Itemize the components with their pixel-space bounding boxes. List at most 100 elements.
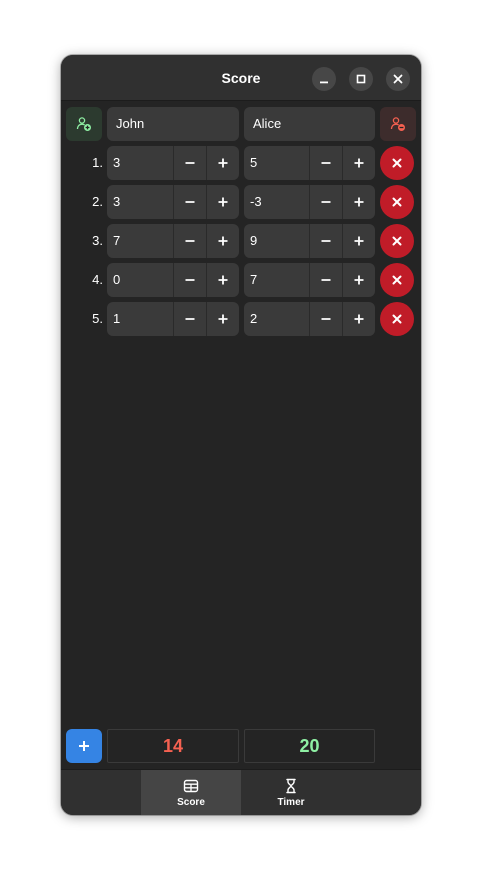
increment-button[interactable] [342, 185, 375, 219]
minus-icon [185, 162, 195, 164]
increment-button[interactable] [206, 263, 239, 297]
plus-icon [218, 275, 228, 285]
decrement-button[interactable] [173, 224, 206, 258]
tab-score[interactable]: Score [141, 770, 241, 815]
score-spinner[interactable]: 2 [244, 302, 375, 336]
score-value[interactable]: 5 [244, 146, 310, 180]
table-icon [183, 779, 199, 793]
minimize-button[interactable] [312, 67, 336, 91]
header-bar: Score [61, 55, 421, 101]
score-spinner[interactable]: 5 [244, 146, 375, 180]
round-number: 3. [92, 233, 103, 248]
plus-icon [354, 314, 364, 324]
score-value[interactable]: 7 [244, 263, 310, 297]
increment-button[interactable] [206, 302, 239, 336]
minimize-icon [320, 81, 328, 84]
view-switcher-bar: Score Timer [61, 769, 421, 815]
hourglass-icon [286, 778, 296, 794]
tab-label: Score [177, 797, 205, 808]
close-window-button[interactable] [386, 67, 410, 91]
delete-round-button[interactable] [380, 263, 414, 297]
delete-round-button[interactable] [380, 185, 414, 219]
add-player-icon [76, 117, 91, 131]
score-spinner[interactable]: 0 [107, 263, 239, 297]
round-number: 2. [92, 194, 103, 209]
close-icon [392, 197, 402, 207]
decrement-button[interactable] [173, 185, 206, 219]
minus-icon [321, 318, 331, 320]
score-spinner[interactable]: 7 [244, 263, 375, 297]
maximize-button[interactable] [349, 67, 373, 91]
minus-icon [321, 240, 331, 242]
decrement-button[interactable] [173, 302, 206, 336]
minus-icon [321, 201, 331, 203]
decrement-button[interactable] [309, 185, 342, 219]
score-value[interactable]: 0 [107, 263, 173, 297]
increment-button[interactable] [342, 146, 375, 180]
minus-icon [321, 162, 331, 164]
round-number: 4. [92, 272, 103, 287]
increment-button[interactable] [206, 224, 239, 258]
score-spinner[interactable]: 3 [107, 185, 239, 219]
minus-icon [185, 279, 195, 281]
plus-icon [354, 158, 364, 168]
score-value[interactable]: 2 [244, 302, 310, 336]
score-spinner[interactable]: -3 [244, 185, 375, 219]
score-value[interactable]: -3 [244, 185, 310, 219]
plus-icon [354, 236, 364, 246]
player-name-input[interactable]: John [107, 107, 239, 141]
decrement-button[interactable] [309, 263, 342, 297]
minus-icon [185, 318, 195, 320]
score-value[interactable]: 3 [107, 185, 173, 219]
minus-icon [321, 279, 331, 281]
increment-button[interactable] [206, 185, 239, 219]
player-name-input[interactable]: Alice [244, 107, 375, 141]
decrement-button[interactable] [309, 146, 342, 180]
delete-round-button[interactable] [380, 224, 414, 258]
add-round-button[interactable] [66, 729, 102, 763]
total-score: 14 [107, 729, 239, 763]
score-spinner[interactable]: 7 [107, 224, 239, 258]
plus-icon [218, 314, 228, 324]
close-icon [393, 74, 403, 84]
close-icon [392, 314, 402, 324]
maximize-icon [356, 74, 366, 84]
round-number: 1. [92, 155, 103, 170]
round-number: 5. [92, 311, 103, 326]
decrement-button[interactable] [173, 263, 206, 297]
decrement-button[interactable] [173, 146, 206, 180]
score-spinner[interactable]: 1 [107, 302, 239, 336]
remove-player-button[interactable] [380, 107, 416, 141]
score-value[interactable]: 7 [107, 224, 173, 258]
increment-button[interactable] [342, 263, 375, 297]
increment-button[interactable] [342, 302, 375, 336]
decrement-button[interactable] [309, 224, 342, 258]
add-player-button[interactable] [66, 107, 102, 141]
score-value[interactable]: 1 [107, 302, 173, 336]
score-value[interactable]: 3 [107, 146, 173, 180]
increment-button[interactable] [206, 146, 239, 180]
increment-button[interactable] [342, 224, 375, 258]
decrement-button[interactable] [309, 302, 342, 336]
delete-round-button[interactable] [380, 146, 414, 180]
plus-icon [218, 236, 228, 246]
plus-icon [79, 741, 89, 751]
total-score: 20 [244, 729, 375, 763]
tab-label: Timer [277, 797, 305, 808]
close-icon [392, 236, 402, 246]
score-spinner[interactable]: 3 [107, 146, 239, 180]
score-spinner[interactable]: 9 [244, 224, 375, 258]
score-value[interactable]: 9 [244, 224, 310, 258]
remove-player-icon [390, 117, 405, 131]
tab-timer[interactable]: Timer [241, 770, 341, 815]
app-window: Score John Alice 1. 3 5 2. 3 -3 3. 7 9 4… [61, 55, 421, 815]
plus-icon [354, 275, 364, 285]
minus-icon [185, 201, 195, 203]
minus-icon [185, 240, 195, 242]
delete-round-button[interactable] [380, 302, 414, 336]
close-icon [392, 275, 402, 285]
plus-icon [218, 197, 228, 207]
close-icon [392, 158, 402, 168]
plus-icon [354, 197, 364, 207]
plus-icon [218, 158, 228, 168]
